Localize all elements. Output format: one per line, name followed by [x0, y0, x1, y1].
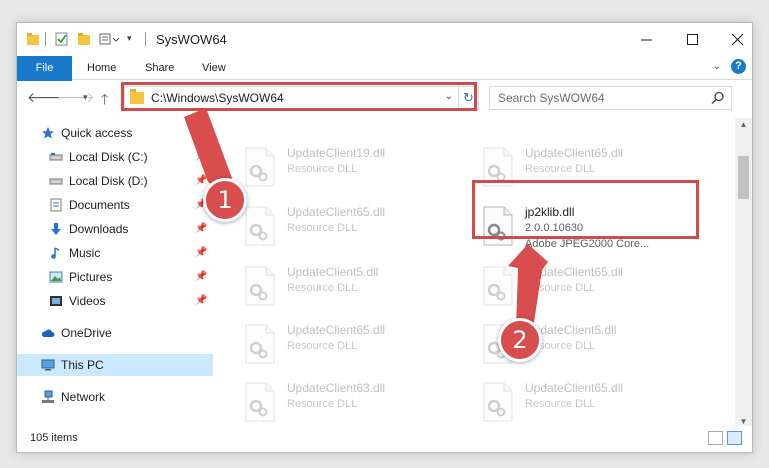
step-badge-2: 2 — [498, 318, 542, 362]
step-badge-1: 1 — [203, 178, 247, 222]
arrow-2-icon — [508, 244, 548, 330]
annotation-arrows — [184, 108, 548, 330]
